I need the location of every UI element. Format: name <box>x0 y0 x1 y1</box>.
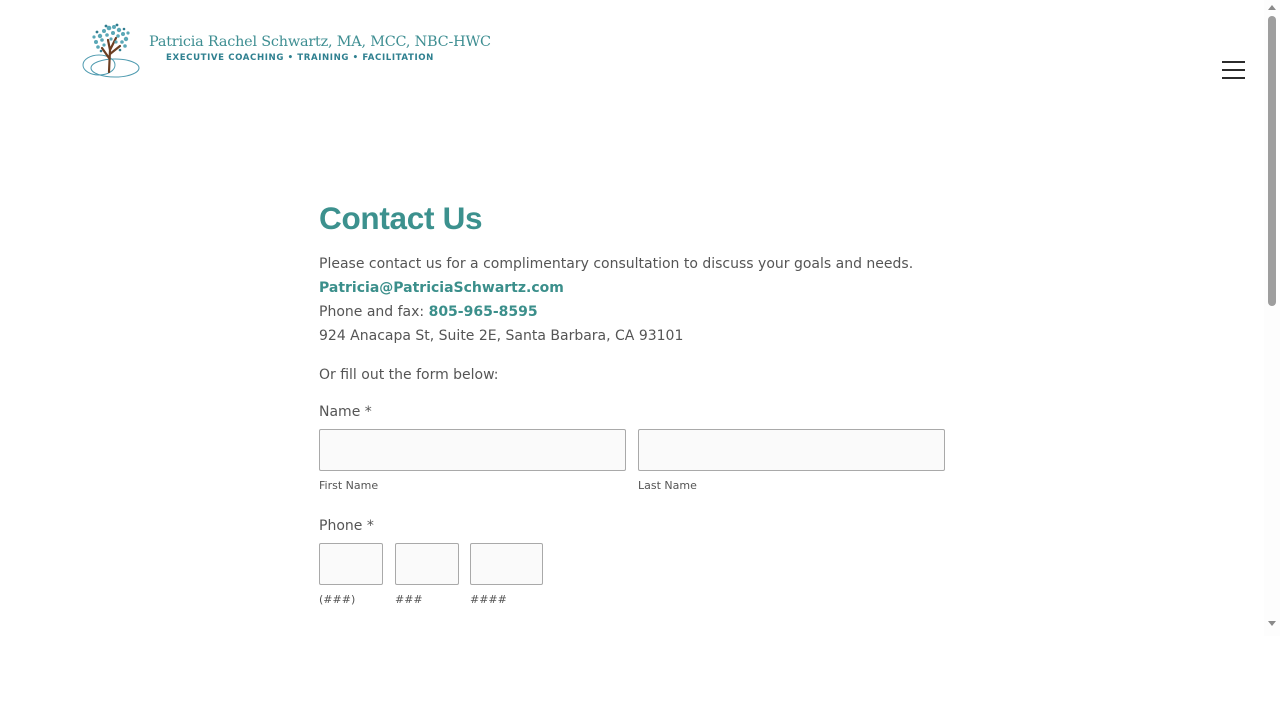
scroll-up-arrow-icon[interactable] <box>1268 5 1276 10</box>
name-field-label: Name * <box>319 404 372 420</box>
first-name-sublabel: First Name <box>319 479 379 492</box>
address-text: 924 Anacapa St, Suite 2E, Santa Barbara,… <box>319 328 684 344</box>
email-line: Patricia@PatriciaSchwartz.com <box>319 278 564 298</box>
phone-line-input[interactable] <box>470 543 543 585</box>
phone-area-code-sublabel: (###) <box>319 593 356 606</box>
tree-logo-icon <box>82 23 140 78</box>
first-name-input[interactable] <box>319 429 626 471</box>
phone-link[interactable]: 805-965-8595 <box>429 304 538 320</box>
last-name-sublabel: Last Name <box>638 479 697 492</box>
page-scrollbar[interactable] <box>1264 0 1280 636</box>
phone-line: Phone and fax: 805-965-8595 <box>319 302 538 322</box>
form-intro-text: Or fill out the form below: <box>319 367 499 383</box>
phone-prefix-sublabel: ### <box>395 593 423 606</box>
phone-prefix-text: Phone and fax: <box>319 304 429 320</box>
scrollbar-thumb[interactable] <box>1268 16 1276 306</box>
last-name-input[interactable] <box>638 429 945 471</box>
logo-tagline: EXECUTIVE COACHING • TRAINING • FACILITA… <box>166 53 434 63</box>
email-link[interactable]: Patricia@PatriciaSchwartz.com <box>319 280 564 296</box>
site-header: Patricia Rachel Schwartz, MA, MCC, NBC-H… <box>0 0 1264 120</box>
phone-prefix-input[interactable] <box>395 543 459 585</box>
intro-text: Please contact us for a complimentary co… <box>319 256 914 272</box>
phone-field-label: Phone * <box>319 518 374 534</box>
scroll-down-arrow-icon[interactable] <box>1268 621 1276 626</box>
contact-section: Contact Us Please contact us for a compl… <box>319 198 959 606</box>
phone-line-sublabel: #### <box>470 593 507 606</box>
page-title: Contact Us <box>319 200 483 236</box>
phone-area-code-input[interactable] <box>319 543 383 585</box>
hamburger-menu-icon[interactable] <box>1221 60 1247 80</box>
site-logo[interactable]: Patricia Rachel Schwartz, MA, MCC, NBC-H… <box>82 22 491 78</box>
logo-name: Patricia Rachel Schwartz, MA, MCC, NBC-H… <box>149 34 491 50</box>
